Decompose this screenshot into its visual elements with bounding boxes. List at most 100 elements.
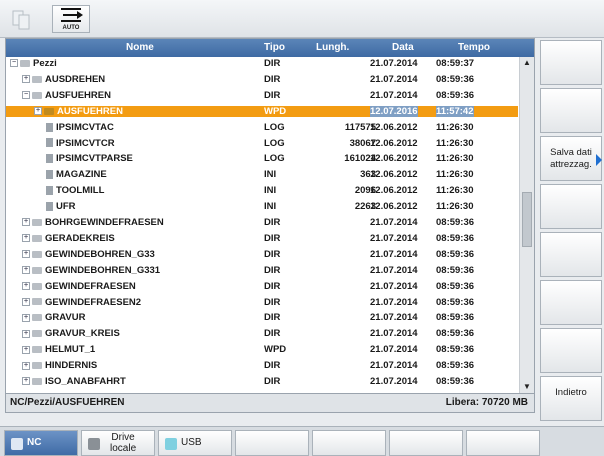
row-name-cell: − Pezzi (10, 58, 57, 70)
scroll-up-icon[interactable]: ▲ (522, 58, 532, 68)
row-date: 21.07.2014 (370, 232, 418, 244)
expand-icon[interactable]: + (22, 377, 30, 386)
col-name[interactable]: Nome (126, 42, 154, 53)
softkey-label: Salva dati attrezzag. (550, 147, 592, 170)
file-row[interactable]: MAGAZINE INI 363 12.06.2012 11:26:30 (6, 169, 518, 181)
expand-icon[interactable]: + (22, 297, 30, 306)
file-row[interactable]: + GRAVUR DIR 21.07.2014 08:59:36 (6, 312, 518, 324)
row-date: 21.07.2014 (370, 248, 418, 260)
expand-icon[interactable]: + (22, 313, 30, 322)
collapse-icon[interactable]: − (22, 91, 30, 100)
row-name: HELMUT_1 (45, 344, 96, 356)
expand-icon[interactable]: + (22, 234, 30, 243)
file-row[interactable]: + HELMUT_1 WPD 21.07.2014 08:59:36 (6, 344, 518, 356)
expand-icon[interactable]: + (22, 361, 30, 370)
expand-icon[interactable]: + (22, 75, 30, 84)
folder-icon (32, 218, 42, 226)
vertical-softkey-8[interactable]: Indietro (540, 376, 602, 421)
vertical-scrollbar[interactable]: ▲ ▼ (519, 57, 534, 393)
expand-icon[interactable]: + (22, 266, 30, 275)
row-name-cell: − AUSFUEHREN (22, 90, 111, 102)
horizontal-softkey-2[interactable]: Drive locale (81, 430, 155, 456)
file-row[interactable]: + GEWINDEFRAESEN2 DIR 21.07.2014 08:59:36 (6, 297, 518, 309)
file-row[interactable]: + GEWINDEBOHREN_G33 DIR 21.07.2014 08:59:36 (6, 249, 518, 261)
file-row[interactable]: UFR INI 2263 12.06.2012 11:26:30 (6, 201, 518, 213)
row-date: 12.06.2012 (370, 185, 418, 197)
expand-icon[interactable]: + (22, 329, 30, 338)
vertical-softkey-7[interactable] (540, 328, 602, 373)
expand-icon[interactable]: + (22, 218, 30, 227)
vertical-softkey-2[interactable] (540, 88, 602, 133)
file-row[interactable]: + GRAVUR_KREIS DIR 21.07.2014 08:59:36 (6, 328, 518, 340)
vertical-softkey-5[interactable] (540, 232, 602, 277)
vertical-softkey-3[interactable]: Salva dati attrezzag. (540, 136, 602, 181)
toolbar: AUTO (0, 0, 604, 38)
file-row[interactable]: TOOLMILL INI 2096 12.06.2012 11:26:30 (6, 185, 518, 197)
row-date: 21.07.2014 (370, 296, 418, 308)
file-row[interactable]: + HINDERNIS DIR 21.07.2014 08:59:36 (6, 360, 518, 372)
file-row[interactable]: IPSIMCVTCR LOG 38067 12.06.2012 11:26:30 (6, 138, 518, 150)
row-time: 08:59:36 (436, 89, 475, 101)
col-type[interactable]: Tipo (264, 42, 285, 53)
row-name: GRAVUR_KREIS (45, 328, 120, 340)
row-type: WPD (264, 344, 287, 356)
status-bar: NC/Pezzi/AUSFUEHREN Libera: 70720 MB (6, 393, 534, 412)
row-name: IPSIMCVTAC (56, 121, 114, 133)
file-row[interactable]: IPSIMCVTAC LOG 117575 12.06.2012 11:26:30 (6, 122, 518, 134)
row-name-cell: + GEWINDEFRAESEN (22, 281, 136, 293)
col-date[interactable]: Data (392, 42, 414, 53)
horizontal-softkey-5[interactable] (312, 430, 386, 456)
horizontal-softkey-1[interactable]: NC (4, 430, 78, 456)
file-row[interactable]: + GEWINDEFRAESEN DIR 21.07.2014 08:59:36 (6, 281, 518, 293)
row-type: DIR (264, 264, 281, 276)
row-date: 21.07.2014 (370, 89, 418, 101)
expand-icon[interactable]: + (22, 282, 30, 291)
copy-documents-icon[interactable] (6, 5, 42, 33)
file-icon (46, 138, 53, 148)
row-name-cell: + GEWINDEBOHREN_G33 (22, 249, 155, 261)
auto-mode-button[interactable]: AUTO (52, 5, 90, 33)
row-name-cell: + ISO_ANABFAHRT (22, 376, 126, 388)
file-row[interactable]: + AUSFUEHREN WPD 12.07.2016 11:57:42 (6, 105, 518, 118)
col-length[interactable]: Lungh. (316, 42, 349, 53)
file-row[interactable]: + GEWINDEBOHREN_G331 DIR 21.07.2014 08:59:36 (6, 265, 518, 277)
scroll-down-icon[interactable]: ▼ (522, 382, 532, 392)
file-row[interactable]: IPSIMCVTPARSE LOG 161024 12.06.2012 11:26:30 (6, 153, 518, 165)
row-name: GEWINDEBOHREN_G33 (45, 248, 155, 260)
nc-icon (11, 438, 23, 450)
row-name-cell: + HINDERNIS (22, 360, 97, 372)
row-date: 21.07.2014 (370, 312, 418, 324)
scroll-thumb[interactable] (522, 192, 532, 247)
row-name: GEWINDEFRAESEN (45, 280, 136, 292)
row-name-cell: + GERADEKREIS (22, 233, 115, 245)
file-row[interactable]: + ISO_ANABFAHRT DIR 21.07.2014 08:59:36 (6, 376, 518, 388)
folder-icon (32, 377, 42, 385)
file-row[interactable]: − AUSFUEHREN DIR 21.07.2014 08:59:36 (6, 90, 518, 102)
col-time[interactable]: Tempo (458, 42, 490, 53)
row-name-cell: + AUSDREHEN (22, 74, 105, 86)
horizontal-softkey-4[interactable] (235, 430, 309, 456)
vertical-softkey-6[interactable] (540, 280, 602, 325)
expand-icon[interactable]: + (34, 107, 42, 116)
vertical-softkey-1[interactable] (540, 40, 602, 85)
horizontal-softkey-6[interactable] (389, 430, 463, 456)
row-time: 08:59:36 (436, 328, 475, 340)
horizontal-softkey-3[interactable]: USB (158, 430, 232, 456)
expand-icon[interactable]: + (22, 250, 30, 259)
file-row[interactable]: + GERADEKREIS DIR 21.07.2014 08:59:36 (6, 233, 518, 245)
row-date: 12.06.2012 (370, 201, 418, 213)
auto-arrow-icon (61, 8, 83, 22)
horizontal-softkey-7[interactable] (466, 430, 540, 456)
file-row[interactable]: + AUSDREHEN DIR 21.07.2014 08:59:36 (6, 74, 518, 86)
collapse-icon[interactable]: − (10, 59, 18, 68)
folder-icon (20, 59, 30, 67)
row-type: DIR (264, 296, 281, 308)
row-name: ISO_ANABFAHRT (45, 376, 126, 387)
expand-icon[interactable]: + (22, 345, 30, 354)
file-row[interactable]: + BOHRGEWINDEFRAESEN DIR 21.07.2014 08:59:36 (6, 217, 518, 229)
vertical-softkey-4[interactable] (540, 184, 602, 229)
row-time: 08:59:36 (436, 264, 475, 276)
file-row[interactable]: − Pezzi DIR 21.07.2014 08:59:37 (6, 58, 518, 70)
row-name-cell: MAGAZINE (46, 169, 107, 181)
row-name-cell: UFR (46, 201, 76, 213)
